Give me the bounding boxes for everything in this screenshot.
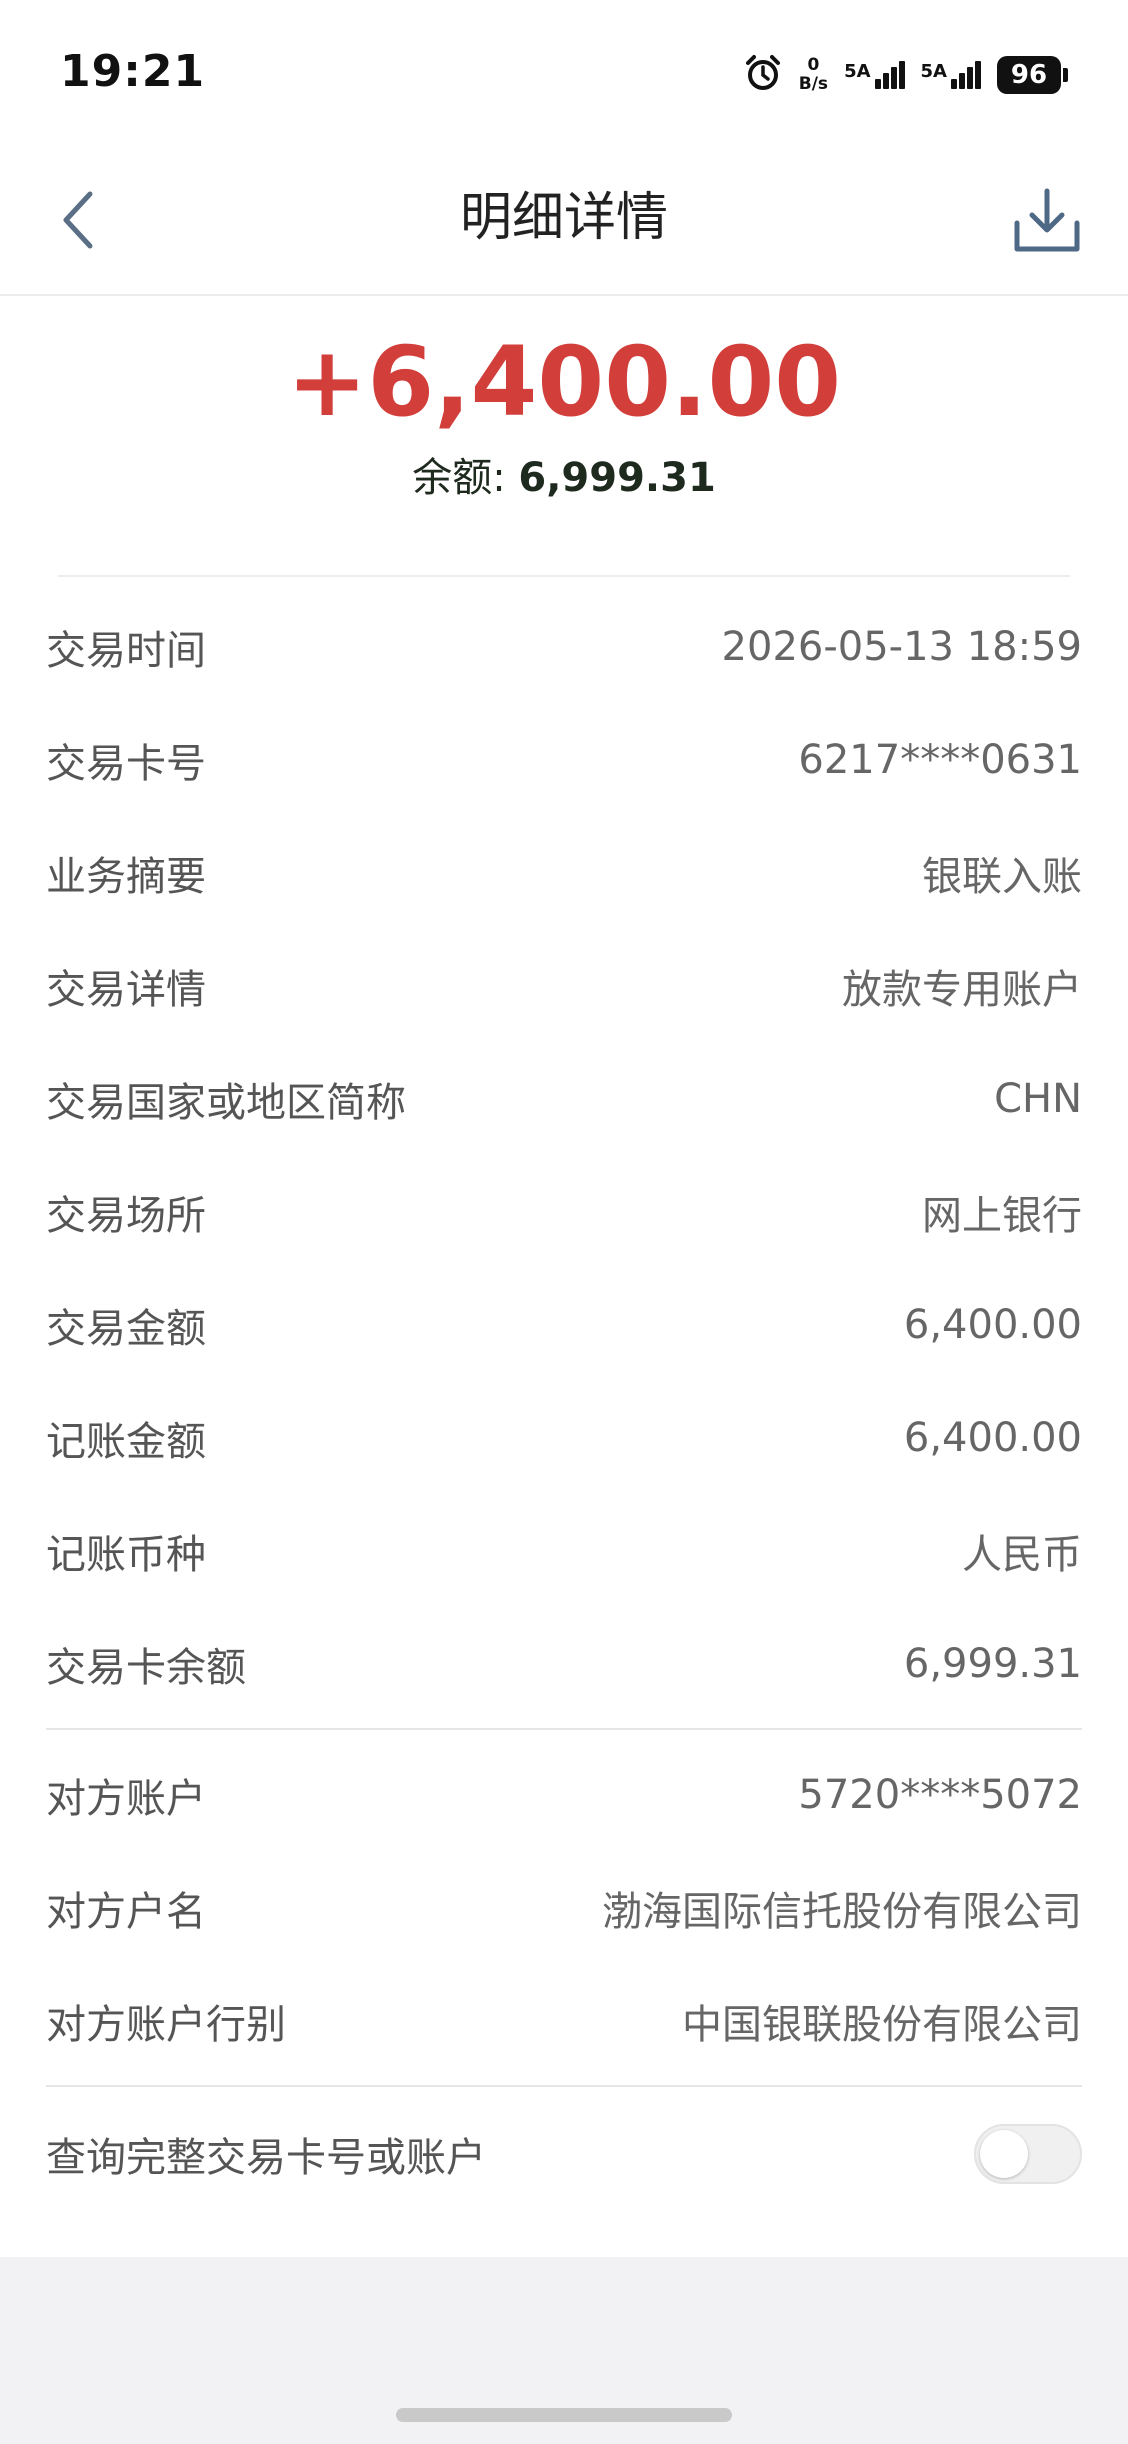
row-label: 交易详情 xyxy=(46,966,206,1013)
signal-1-icon: 5A xyxy=(844,61,905,89)
status-icons: 0 B/s 5A 5A 96 xyxy=(743,50,1068,100)
full-number-toggle[interactable] xyxy=(974,2124,1082,2184)
status-time: 19:21 xyxy=(60,46,206,97)
transaction-amount: +6,400.00 xyxy=(286,326,842,438)
home-indicator[interactable] xyxy=(396,2408,732,2422)
row-label: 记账币种 xyxy=(46,1531,206,1578)
detail-row-time: 交易时间 2026-05-13 18:59 xyxy=(46,590,1082,703)
row-label: 对方户名 xyxy=(46,1888,206,1935)
row-value: 5720****5072 xyxy=(798,1771,1082,1818)
network-speed-value: 0 xyxy=(807,55,820,75)
signal-2-icon: 5A xyxy=(921,61,981,89)
detail-row-venue: 交易场所 网上银行 xyxy=(46,1155,1082,1268)
full-number-toggle-row: 查询完整交易卡号或账户 xyxy=(46,2095,1082,2213)
toggle-label: 查询完整交易卡号或账户 xyxy=(46,2135,486,2181)
row-value: 放款专用账户 xyxy=(842,966,1082,1013)
detail-row-currency: 记账币种 人民币 xyxy=(46,1494,1082,1607)
row-value: 6,400.00 xyxy=(903,1414,1082,1461)
row-label: 交易场所 xyxy=(46,1192,206,1239)
page-title: 明细详情 xyxy=(459,188,668,248)
divider xyxy=(58,575,1070,577)
detail-list: 交易时间 2026-05-13 18:59 交易卡号 6217****0631 … xyxy=(46,590,1082,2213)
balance-value: 6,999.31 xyxy=(518,455,716,501)
sim1-label: 5A xyxy=(844,61,871,82)
detail-row-card-balance: 交易卡余额 6,999.31 xyxy=(46,1607,1082,1720)
detail-row-transaction-amount: 交易金额 6,400.00 xyxy=(46,1268,1082,1381)
section-divider xyxy=(46,1728,1082,1730)
network-speed-unit: B/s xyxy=(798,74,829,94)
battery-level: 96 xyxy=(997,56,1061,94)
balance-label: 余额: xyxy=(412,455,519,501)
row-label: 业务摘要 xyxy=(46,853,206,900)
row-label: 交易卡余额 xyxy=(46,1644,246,1691)
detail-row-country: 交易国家或地区简称 CHN xyxy=(46,1042,1082,1155)
row-label: 交易卡号 xyxy=(46,740,206,787)
sim2-label: 5A xyxy=(920,61,947,82)
row-value: 人民币 xyxy=(962,1531,1082,1578)
row-value: 银联入账 xyxy=(922,853,1082,900)
row-label: 交易国家或地区简称 xyxy=(46,1079,406,1126)
detail-row-posted-amount: 记账金额 6,400.00 xyxy=(46,1381,1082,1494)
row-value: 2026-05-13 18:59 xyxy=(721,623,1082,670)
detail-row-counterparty-account: 对方账户 5720****5072 xyxy=(46,1738,1082,1851)
alarm-icon xyxy=(743,53,783,97)
row-value: 网上银行 xyxy=(922,1192,1082,1239)
balance-line: 余额: 6,999.31 xyxy=(0,448,1128,508)
row-value: 中国银联股份有限公司 xyxy=(682,2001,1082,2048)
detail-row-counterparty-name: 对方户名 渤海国际信托股份有限公司 xyxy=(46,1851,1082,1964)
detail-page: 19:21 0 B/s 5A 5A 96 明细详情 +6,400.00 余额: … xyxy=(0,0,1128,2257)
battery-icon: 96 xyxy=(997,56,1068,94)
network-speed: 0 B/s xyxy=(799,56,828,94)
row-label: 记账金额 xyxy=(46,1418,206,1465)
row-value: 6,400.00 xyxy=(903,1301,1082,1348)
row-label: 交易时间 xyxy=(46,627,206,674)
row-value: 渤海国际信托股份有限公司 xyxy=(602,1888,1082,1935)
download-button[interactable] xyxy=(1002,176,1092,266)
row-label: 对方账户 xyxy=(46,1775,206,1822)
row-value: 6217****0631 xyxy=(798,736,1082,783)
detail-row-summary: 业务摘要 银联入账 xyxy=(46,816,1082,929)
detail-row-details: 交易详情 放款专用账户 xyxy=(46,929,1082,1042)
row-label: 交易金额 xyxy=(46,1305,206,1352)
detail-row-card-number: 交易卡号 6217****0631 xyxy=(46,703,1082,816)
row-label: 对方账户行别 xyxy=(46,2001,286,2048)
header-bar: 明细详情 xyxy=(0,150,1128,296)
row-value: CHN xyxy=(994,1075,1082,1122)
status-bar: 19:21 0 B/s 5A 5A 96 xyxy=(0,0,1128,150)
row-value: 6,999.31 xyxy=(903,1640,1082,1687)
detail-row-counterparty-bank: 对方账户行别 中国银联股份有限公司 xyxy=(46,1964,1082,2077)
download-icon xyxy=(1014,188,1080,252)
section-divider xyxy=(46,2085,1082,2087)
toggle-knob xyxy=(980,2130,1028,2178)
